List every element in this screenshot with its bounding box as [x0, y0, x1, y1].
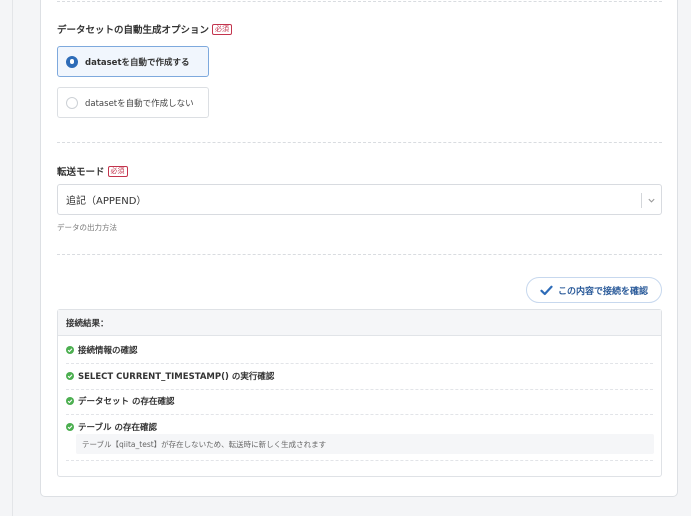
check-row: テーブル の存在確認	[66, 421, 653, 433]
check-note: テーブル【qiita_test】が存在しないため、転送時に新しく生成されます	[76, 434, 654, 454]
settings-panel: データセットの自動生成オプション 必須 datasetを自動で作成する data…	[40, 0, 678, 497]
row-divider	[66, 414, 653, 415]
confirm-connection-button[interactable]: この内容で接続を確認	[526, 277, 662, 303]
check-circle-icon	[66, 372, 74, 380]
transfer-mode-select[interactable]: 追記（APPEND）	[57, 184, 662, 215]
radio-selected-icon	[66, 55, 78, 68]
left-rail	[0, 0, 13, 516]
row-divider	[66, 363, 653, 364]
dataset-option-label: データセットの自動生成オプション 必須	[57, 22, 233, 36]
check-circle-icon	[66, 346, 74, 354]
required-badge: 必須	[212, 23, 233, 35]
radio-unselected-icon	[66, 96, 78, 109]
section-divider	[57, 254, 662, 255]
connection-result-box: 接続結果： 接続情報の確認 SELECT CURRENT_TIMESTAMP()…	[57, 309, 662, 477]
radio-auto-create-dataset[interactable]: datasetを自動で作成する	[57, 46, 209, 77]
check-row: SELECT CURRENT_TIMESTAMP() の実行確認	[66, 370, 653, 382]
radio-no-auto-create-dataset[interactable]: datasetを自動で作成しない	[57, 87, 209, 118]
section-divider	[57, 142, 662, 143]
chevron-down-icon[interactable]	[647, 196, 656, 205]
check-circle-icon	[66, 423, 74, 431]
transfer-mode-label: 転送モード 必須	[57, 164, 128, 178]
check-icon	[540, 285, 553, 295]
required-badge: 必須	[107, 165, 128, 177]
check-circle-icon	[66, 397, 74, 405]
check-row: データセット の存在確認	[66, 395, 653, 407]
transfer-mode-help: データの出力方法	[57, 223, 117, 232]
check-row: 接続情報の確認	[66, 344, 653, 356]
transfer-mode-value: 追記（APPEND）	[66, 196, 147, 207]
select-separator	[641, 193, 642, 208]
row-divider	[66, 460, 653, 461]
connection-result-title: 接続結果：	[58, 310, 661, 336]
row-divider	[66, 389, 653, 390]
section-divider	[57, 1, 662, 2]
